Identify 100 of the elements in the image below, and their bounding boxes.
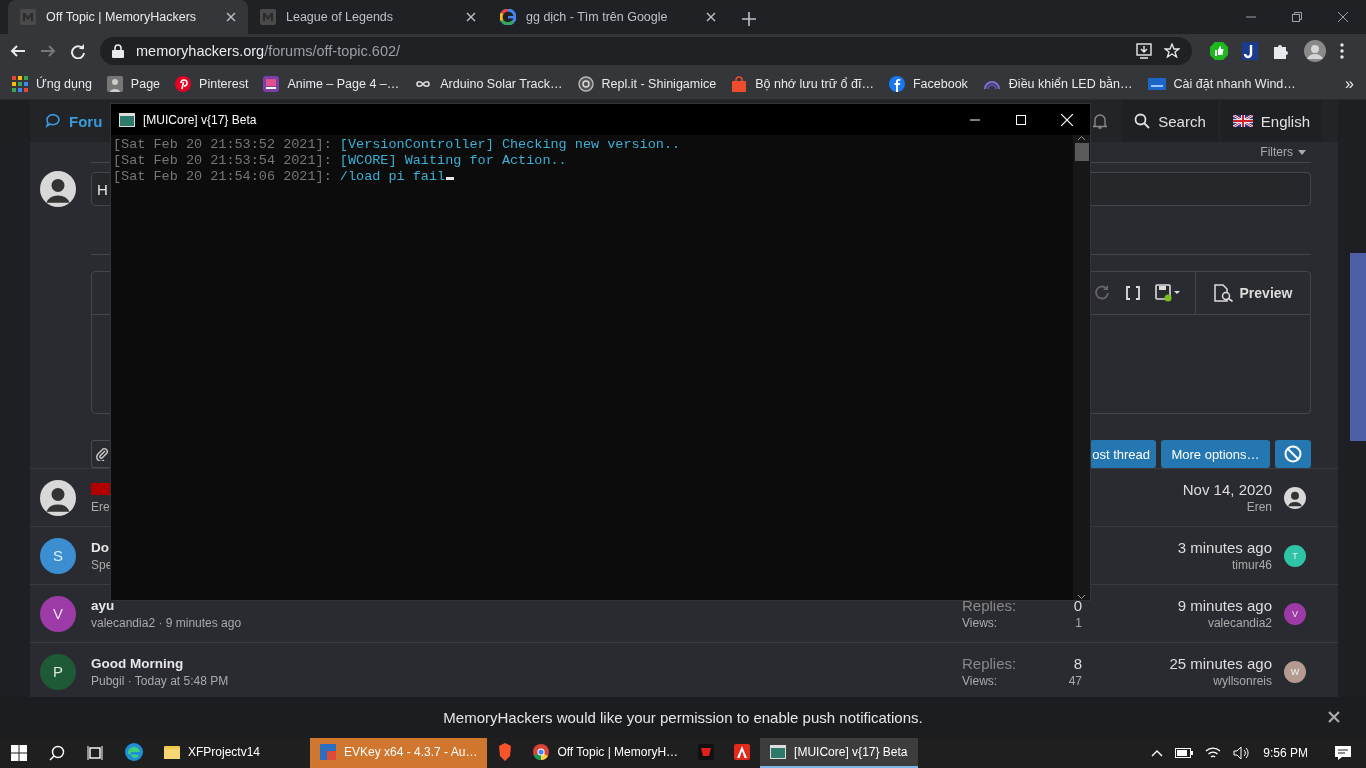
search-button[interactable]: Search	[1122, 100, 1218, 142]
thread-title[interactable]: Good Morning	[91, 655, 184, 671]
extension-badge-icon[interactable]	[1242, 42, 1258, 60]
pinterest-icon	[175, 75, 192, 92]
close-icon[interactable]	[1328, 711, 1340, 723]
last-post-time[interactable]: Nov 14, 2020	[1182, 481, 1272, 498]
ban-icon	[1284, 445, 1302, 463]
task-view-icon[interactable]	[87, 745, 103, 761]
views-label: Views:	[962, 616, 999, 630]
caret-up-icon[interactable]	[1151, 749, 1164, 757]
wifi-icon[interactable]	[1205, 746, 1222, 760]
site-badge-icon	[1147, 75, 1166, 92]
last-post-time[interactable]: 3 minutes ago	[1177, 539, 1272, 556]
browser-tab[interactable]: gg dịch - Tìm trên Google	[488, 0, 728, 34]
google-icon	[500, 9, 516, 25]
speaker-icon[interactable]	[1233, 746, 1250, 760]
search-icon[interactable]	[49, 745, 65, 761]
bookmark[interactable]: Điều khiển LED bằn…	[982, 75, 1133, 92]
browser-tab[interactable]: Off Topic | MemoryHackers	[8, 0, 248, 34]
new-tab-icon[interactable]	[742, 12, 756, 26]
close-icon[interactable]	[466, 12, 476, 22]
windows-icon[interactable]	[11, 745, 27, 761]
bookmark[interactable]: Repl.it - Shinigamice	[577, 75, 717, 92]
notifications-icon[interactable]	[1334, 745, 1352, 761]
more-options-button[interactable]: More options…	[1161, 440, 1270, 468]
notification-message: MemoryHackers would like your permission to enable push notifications.	[443, 709, 923, 726]
post-thread-button[interactable]: ost thread	[1090, 440, 1156, 468]
search-icon	[1134, 113, 1151, 129]
clock[interactable]: 9:56 PM	[1263, 746, 1308, 760]
last-poster[interactable]: Eren	[1246, 500, 1272, 514]
lock-icon	[112, 44, 124, 58]
filters-menu[interactable]: Filters	[1260, 145, 1293, 159]
profile-avatar-icon[interactable]	[1304, 40, 1326, 62]
last-poster[interactable]: wyllsonreis	[1213, 674, 1272, 688]
bookmark[interactable]: Cài đặt nhanh Wind…	[1147, 75, 1296, 92]
browser-tab[interactable]: League of Legends	[248, 0, 488, 34]
language-button[interactable]: English	[1220, 100, 1322, 142]
close-icon[interactable]	[1338, 12, 1348, 22]
maximize-icon[interactable]	[1016, 114, 1026, 125]
shopping-bag-icon	[731, 75, 748, 92]
bell-icon[interactable]	[1093, 113, 1108, 129]
redo-icon[interactable]	[1093, 284, 1111, 302]
console-line: [Sat Feb 20 21:54:06 2021]: /load pi fail	[113, 169, 1071, 185]
reload-icon[interactable]	[70, 43, 86, 59]
save-draft-icon[interactable]	[1155, 284, 1181, 302]
scrollbar-thumb[interactable]	[1074, 143, 1089, 161]
forums-link[interactable]: Foru	[45, 112, 103, 130]
paperclip-icon	[95, 447, 108, 461]
star-icon[interactable]	[1164, 43, 1180, 59]
more-bookmarks-button[interactable]: »	[1345, 74, 1354, 93]
scrollbar-thumb[interactable]	[1350, 253, 1366, 441]
brave-icon	[497, 743, 514, 761]
last-poster[interactable]: valecandia2	[1207, 616, 1272, 630]
replies-count: 8	[1072, 655, 1082, 672]
preview-icon	[1213, 284, 1234, 302]
install-icon[interactable]	[1136, 43, 1152, 59]
last-poster[interactable]: timur46	[1232, 558, 1272, 572]
scroll-up-icon[interactable]	[1077, 135, 1086, 141]
thread-title[interactable]: ayu	[91, 597, 115, 613]
forward-icon[interactable]	[40, 43, 56, 59]
battery-icon[interactable]	[1175, 747, 1194, 759]
console-line: [Sat Feb 20 21:53:52 2021]: [VersionController] Checking new version..	[113, 137, 682, 153]
taskbar-app[interactable]: XFProjectv14	[154, 738, 310, 768]
acrobat-icon	[734, 744, 751, 760]
flag-icon	[1232, 115, 1253, 127]
game-app-icon	[698, 744, 715, 760]
edge-icon	[124, 742, 144, 762]
bookmark[interactable]: Ứng dụng	[12, 75, 92, 92]
bookmark[interactable]: Anime – Page 4 –…	[263, 75, 400, 92]
cancel-button[interactable]	[1275, 440, 1311, 468]
m-logo-icon	[20, 9, 36, 25]
last-post-time[interactable]: 25 minutes ago	[1169, 655, 1272, 672]
preview-button[interactable]: Preview	[1195, 272, 1310, 314]
taskbar-app[interactable]: Off Topic | MemoryH…	[523, 738, 689, 768]
menu-icon[interactable]	[1340, 43, 1344, 59]
thread-title[interactable]: Do	[91, 539, 109, 555]
thread-meta: valecandia2 · 9 minutes ago	[91, 616, 243, 630]
m-logo-icon	[260, 9, 276, 25]
close-icon[interactable]	[706, 12, 716, 22]
swirl-icon	[577, 75, 594, 92]
puzzle-icon[interactable]	[1272, 42, 1290, 60]
bookmark[interactable]: Arduino Solar Track…	[414, 75, 563, 92]
scroll-down-icon[interactable]	[1077, 594, 1086, 600]
console-line: [Sat Feb 20 21:53:54 2021]: [WCORE] Waiting for Action..	[113, 153, 568, 169]
user-avatar: T	[1284, 544, 1306, 567]
restore-icon[interactable]	[1292, 12, 1302, 22]
views-label: Views:	[962, 674, 999, 688]
close-icon[interactable]	[226, 12, 236, 22]
bookmark[interactable]: Facebook	[888, 75, 968, 92]
console-icon	[119, 112, 135, 127]
last-post-time[interactable]: 9 minutes ago	[1177, 597, 1272, 614]
user-avatar-icon	[40, 479, 76, 516]
bookmark[interactable]: Pinterest	[175, 75, 249, 92]
taskbar-app[interactable]: [MUICore] v{17} Beta	[760, 738, 918, 768]
brackets-icon[interactable]	[1125, 285, 1141, 301]
back-icon[interactable]	[10, 43, 26, 59]
bookmark[interactable]: Bộ nhớ lưu trữ ổ đĩ…	[731, 75, 874, 92]
bookmark[interactable]: Page	[106, 75, 161, 92]
user-avatar: S	[40, 537, 76, 574]
thumbs-up-icon[interactable]	[1210, 42, 1228, 60]
